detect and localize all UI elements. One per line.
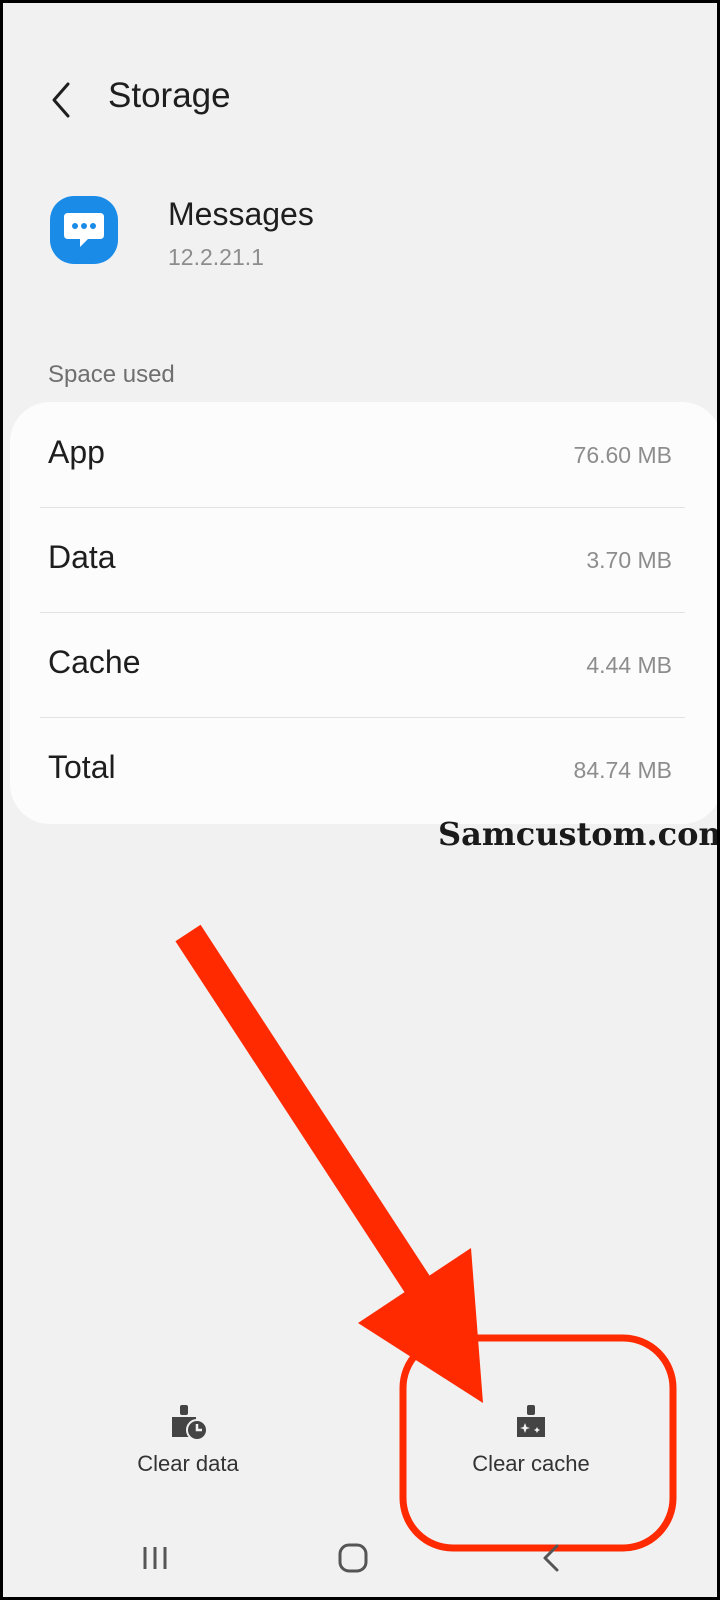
back-button[interactable] bbox=[31, 65, 91, 135]
row-label: Data bbox=[48, 539, 116, 575]
row-label: Cache bbox=[48, 644, 141, 680]
navigation-bar bbox=[3, 1528, 717, 1588]
annotation-arrow-shaft bbox=[175, 924, 436, 1302]
home-button[interactable] bbox=[323, 1528, 383, 1588]
back-icon bbox=[543, 1544, 559, 1572]
chevron-left-icon bbox=[52, 82, 70, 118]
screen: Storage Messages 12.2.21.1 Space used Ap… bbox=[0, 0, 720, 1600]
space-used-card: App 76.60 MB Data 3.70 MB Cache 4.44 MB … bbox=[10, 402, 717, 824]
broom-sparkle-icon bbox=[517, 1405, 545, 1437]
row-label: Total bbox=[48, 749, 116, 785]
page-title: Storage bbox=[108, 76, 231, 115]
row-value: 76.60 MB bbox=[573, 442, 672, 468]
row-total: Total 84.74 MB bbox=[10, 717, 717, 822]
watermark: Samcustom.com bbox=[438, 815, 720, 853]
row-data: Data 3.70 MB bbox=[10, 507, 717, 612]
row-app: App 76.60 MB bbox=[10, 402, 717, 507]
row-value: 3.70 MB bbox=[586, 547, 672, 573]
system-back-button[interactable] bbox=[521, 1528, 581, 1588]
broom-clock-icon bbox=[172, 1405, 208, 1441]
recents-button[interactable] bbox=[125, 1528, 185, 1588]
row-label: App bbox=[48, 434, 105, 470]
clear-data-label: Clear data bbox=[137, 1451, 239, 1476]
annotation-arrow-head bbox=[358, 1248, 483, 1403]
app-version: 12.2.21.1 bbox=[168, 244, 264, 270]
row-cache: Cache 4.44 MB bbox=[10, 612, 717, 717]
home-icon bbox=[338, 1543, 368, 1573]
row-value: 84.74 MB bbox=[573, 757, 672, 783]
clear-cache-label: Clear cache bbox=[472, 1451, 590, 1476]
recents-icon bbox=[143, 1547, 167, 1569]
row-value: 4.44 MB bbox=[586, 652, 672, 678]
clear-cache-button[interactable]: Clear cache bbox=[431, 1403, 631, 1498]
app-name: Messages bbox=[168, 196, 314, 232]
chat-bubble-icon bbox=[50, 196, 118, 264]
clear-data-button[interactable]: Clear data bbox=[88, 1403, 288, 1498]
space-used-label: Space used bbox=[48, 361, 175, 388]
